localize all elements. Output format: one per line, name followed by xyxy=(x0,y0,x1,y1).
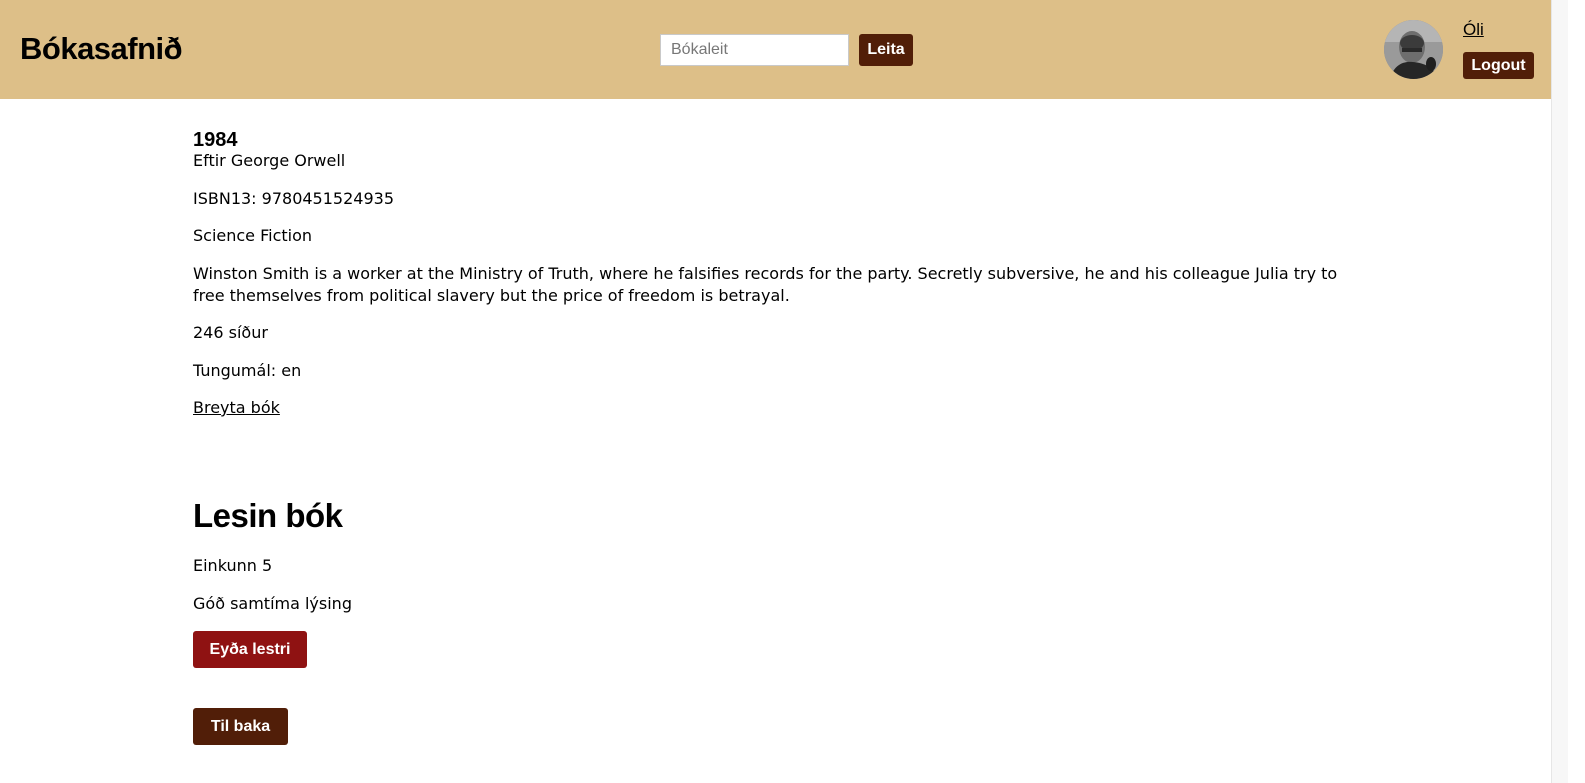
user-photo-icon xyxy=(1384,20,1443,79)
site-title: Bókasafnið xyxy=(20,31,183,66)
back-button[interactable]: Til baka xyxy=(193,708,288,745)
page: Bókasafnið Leita Óli Logout 1984 Eftir G… xyxy=(0,0,1568,783)
book-language: Tungumál: en xyxy=(193,361,302,380)
read-section-title: Lesin bók xyxy=(193,497,343,534)
book-isbn: ISBN13: 9780451524935 xyxy=(193,189,394,208)
site-header: Bókasafnið Leita Óli Logout xyxy=(0,0,1553,99)
book-description: Winston Smith is a worker at the Ministr… xyxy=(193,264,1338,305)
scrollbar[interactable] xyxy=(1551,0,1568,783)
avatar xyxy=(1384,20,1443,79)
edit-book-link[interactable]: Breyta bók xyxy=(193,397,280,419)
book-pages: 246 síður xyxy=(193,323,268,342)
review-text: Góð samtíma lýsing xyxy=(193,594,352,613)
book-author: Eftir George Orwell xyxy=(193,151,346,170)
user-profile-link[interactable]: Óli xyxy=(1463,20,1484,40)
book-genre: Science Fiction xyxy=(193,226,313,245)
book-title: 1984 xyxy=(193,129,238,151)
search-input[interactable] xyxy=(660,34,849,66)
search-button[interactable]: Leita xyxy=(859,34,913,66)
rating: Einkunn 5 xyxy=(193,556,273,575)
delete-reading-button[interactable]: Eyða lestri xyxy=(193,631,307,668)
logout-button[interactable]: Logout xyxy=(1463,52,1534,79)
